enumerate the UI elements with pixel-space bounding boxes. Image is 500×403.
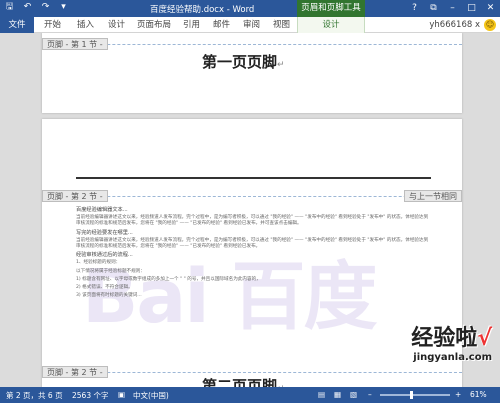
maximize-button[interactable]: □ xyxy=(466,2,477,14)
body-paragraph: 经验审核通过后的流程... xyxy=(76,252,133,259)
ribbon-display-icon[interactable]: ⧉ xyxy=(428,2,439,14)
window-controls: ? ⧉ – □ ✕ xyxy=(409,2,496,14)
page-1[interactable]: 页脚 - 第 1 节 - 第一页页脚↵ xyxy=(42,33,462,113)
zoom-in-icon[interactable]: + xyxy=(455,390,461,399)
footer-text-page-1-content: 第一页页脚 xyxy=(202,53,278,71)
same-as-previous-tag: 与上一节相同 xyxy=(404,190,462,202)
tab-insert[interactable]: 插入 xyxy=(77,17,94,33)
smile-icon[interactable]: ☺ xyxy=(484,19,496,31)
body-paragraph: 1) 标题含有网址、以字母或数字组成的多加上一个 " " 的号，并且以国际域名为… xyxy=(76,276,261,282)
web-layout-icon[interactable]: ▧ xyxy=(350,390,357,399)
page-2[interactable]: 页脚 - 第 2 节 - 与上一节相同 Bai 百度 百度经验编辑器文本... … xyxy=(42,119,462,387)
footer-section-2-tag: 页脚 - 第 2 节 - xyxy=(42,366,108,378)
body-paragraph: 1、经验标题的规则： xyxy=(76,260,121,266)
tab-view[interactable]: 视图 xyxy=(273,17,290,33)
document-body[interactable]: 百度经验编辑器文本... 当前经验编辑器讲述这文以来，经验频道人发布流程。完个过… xyxy=(76,207,431,301)
tab-file[interactable]: 文件 xyxy=(0,17,34,33)
body-paragraph: 百度经验编辑器文本... xyxy=(76,207,128,213)
check-icon: √ xyxy=(477,326,492,351)
tab-page-layout[interactable]: 页面布局 xyxy=(137,17,171,33)
quick-access-toolbar: 🖫 ↶ ↷ ▾ xyxy=(4,2,69,13)
zoom-level[interactable]: 61% xyxy=(470,390,487,399)
footer-text-page-2[interactable]: 第二页页脚↵ xyxy=(202,375,285,387)
undo-icon[interactable]: ↶ xyxy=(22,2,33,13)
tab-references[interactable]: 引用 xyxy=(183,17,200,33)
save-icon[interactable]: 🖫 xyxy=(4,2,15,13)
footer-text-page-2-content: 第二页页脚 xyxy=(202,377,278,387)
tab-design[interactable]: 设计 xyxy=(108,17,125,33)
footer-text-page-1[interactable]: 第一页页脚↵ xyxy=(202,51,285,72)
proofing-icon[interactable]: ▣ xyxy=(118,390,125,399)
word-count[interactable]: 2563 个字 xyxy=(72,390,108,401)
user-account[interactable]: yh666168 x xyxy=(429,17,480,33)
tab-mailings[interactable]: 邮件 xyxy=(213,17,230,33)
window-title: 百度经验帮助.docx - Word xyxy=(150,5,255,15)
ribbon-tabs: 文件 开始 插入 设计 页面布局 引用 邮件 审阅 视图 设计 yh666168… xyxy=(0,17,500,33)
zoom-out-icon[interactable]: – xyxy=(368,390,372,399)
tab-home[interactable]: 开始 xyxy=(44,17,61,33)
body-paragraph: 以下情况将属于经验标题不规则： xyxy=(76,268,145,274)
minimize-button[interactable]: – xyxy=(447,2,458,14)
help-icon[interactable]: ? xyxy=(409,2,420,14)
body-paragraph: 当前经验编辑器讲述这文以来，经验频道人发布流程。完个过程中，是为编写者积极，可以… xyxy=(76,237,429,250)
tab-review[interactable]: 审阅 xyxy=(243,17,260,33)
read-mode-icon[interactable]: ▤ xyxy=(318,390,325,399)
zoom-slider-thumb[interactable] xyxy=(410,391,413,399)
tab-header-footer-design[interactable]: 设计 xyxy=(297,17,365,33)
print-layout-icon[interactable]: ▦ xyxy=(334,390,341,399)
body-paragraph: 3) 该页面将有时标题的关键词... xyxy=(76,293,142,299)
language-indicator[interactable]: 中文(中国) xyxy=(133,390,169,401)
status-bar: 第 2 页，共 6 页 2563 个字 ▣ 中文(中国) ▤ ▦ ▧ – + 6… xyxy=(0,387,500,403)
paragraph-mark: ↵ xyxy=(277,60,285,70)
title-bar: 🖫 ↶ ↷ ▾ 百度经验帮助.docx - Word 页眉和页脚工具 ? ⧉ –… xyxy=(0,0,500,17)
body-paragraph: 2) 格式错误、不符合逻辑。 xyxy=(76,285,133,291)
footer-section-1-tag: 页脚 - 第 1 节 - xyxy=(42,38,108,50)
footer-section-2-tag-top: 页脚 - 第 2 节 - xyxy=(42,190,108,202)
zoom-slider[interactable] xyxy=(380,394,450,396)
context-tool-group-label: 页眉和页脚工具 xyxy=(297,0,365,17)
close-button[interactable]: ✕ xyxy=(485,2,496,14)
redo-icon[interactable]: ↷ xyxy=(40,2,51,13)
page-count[interactable]: 第 2 页，共 6 页 xyxy=(6,390,63,401)
customize-qat-icon[interactable]: ▾ xyxy=(58,2,69,13)
header-rule xyxy=(76,177,431,179)
body-paragraph: 当前经验编辑器讲述这文以来，经验频道人发布流程。完个过程中，是为编写者积极，可以… xyxy=(76,215,429,227)
body-paragraph: 写完的经验要发在哪里... xyxy=(76,229,133,236)
document-area[interactable]: 页脚 - 第 1 节 - 第一页页脚↵ 页脚 - 第 2 节 - 与上一节相同 … xyxy=(0,33,500,387)
